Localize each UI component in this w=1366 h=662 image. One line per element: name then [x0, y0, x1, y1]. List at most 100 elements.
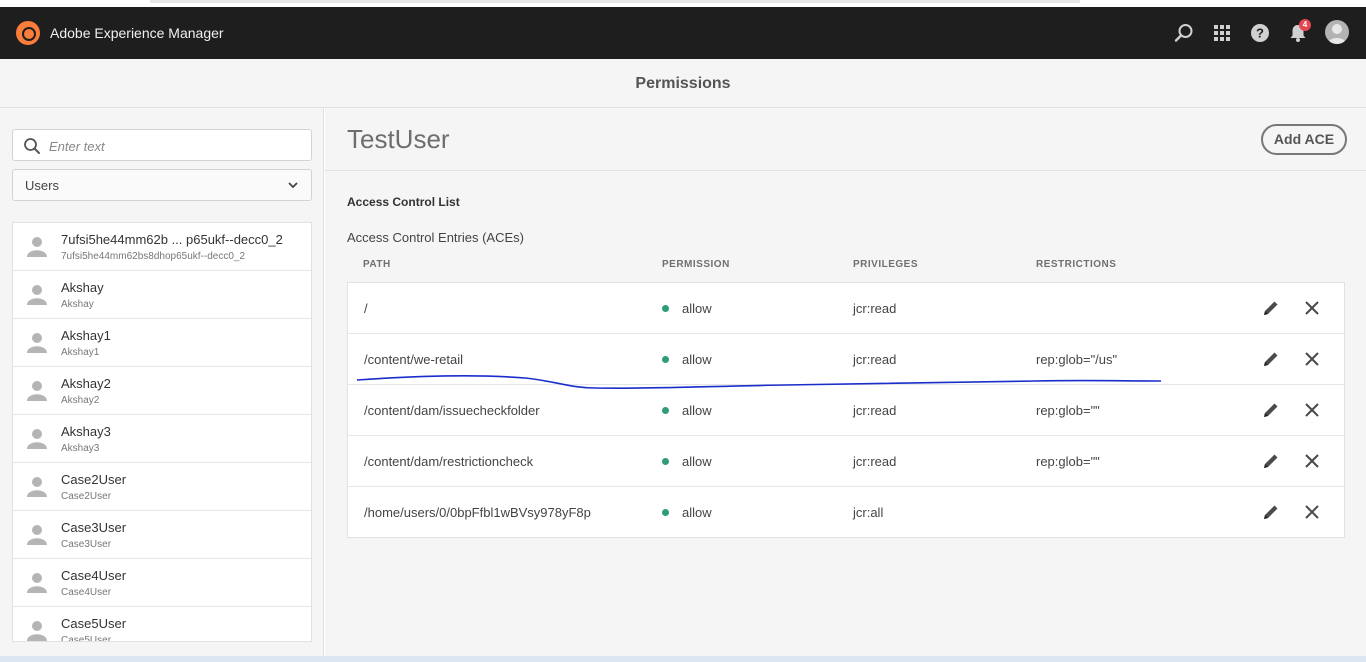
ace-privileges: jcr:read — [853, 454, 897, 469]
user-list-item[interactable]: Akshay1 Akshay1 — [13, 319, 311, 367]
edit-pencil-icon[interactable] — [1262, 401, 1280, 419]
user-name: Akshay1 — [61, 328, 111, 343]
ace-restrictions: rep:glob="" — [1036, 403, 1100, 418]
user-id: Akshay1 — [61, 347, 100, 358]
user-avatar-icon — [26, 523, 48, 545]
browser-scrollbar — [150, 0, 1080, 3]
ace-privileges: jcr:all — [853, 505, 884, 520]
ace-privileges: jcr:read — [853, 403, 897, 418]
acl-heading: Access Control List — [347, 195, 460, 209]
chevron-down-icon — [287, 179, 299, 194]
svg-text:?: ? — [1256, 26, 1264, 41]
user-id: Akshay3 — [61, 443, 100, 454]
delete-close-icon[interactable] — [1304, 351, 1320, 367]
search-input[interactable] — [49, 136, 299, 156]
user-name: Case5User — [61, 616, 127, 631]
ace-heading: Access Control Entries (ACEs) — [347, 230, 524, 245]
delete-close-icon[interactable] — [1304, 300, 1320, 316]
user-group-select[interactable]: Users — [12, 169, 312, 201]
edit-pencil-icon[interactable] — [1262, 299, 1280, 317]
ace-privileges: jcr:read — [853, 301, 897, 316]
user-name: Akshay2 — [61, 376, 111, 391]
ace-permission: allow — [682, 301, 712, 316]
user-list-item[interactable]: Akshay2 Akshay2 — [13, 367, 311, 415]
page-title-bar: Permissions — [0, 59, 1366, 108]
page-title: Permissions — [635, 75, 731, 92]
user-name: Case3User — [61, 520, 127, 535]
user-avatar-icon — [26, 475, 48, 497]
ace-privileges: jcr:read — [853, 352, 897, 367]
edit-pencil-icon[interactable] — [1262, 350, 1280, 368]
user-list-item[interactable]: Case2User Case2User — [13, 463, 311, 511]
user-name: Case4User — [61, 568, 127, 583]
user-list-item[interactable]: Akshay3 Akshay3 — [13, 415, 311, 463]
allow-status-dot — [662, 356, 669, 363]
browser-top-strip — [0, 0, 1366, 7]
allow-status-dot — [662, 407, 669, 414]
ace-row: / allow jcr:read — [348, 283, 1344, 334]
ace-path: / — [364, 301, 368, 316]
user-list-item[interactable]: Akshay Akshay — [13, 271, 311, 319]
bottom-strip — [0, 656, 1366, 662]
user-id: Akshay2 — [61, 395, 100, 406]
ace-row: /content/dam/restrictioncheck allow jcr:re… — [348, 436, 1344, 487]
allow-status-dot — [662, 458, 669, 465]
ace-restrictions: rep:glob="" — [1036, 454, 1100, 469]
user-id: Case2User — [61, 491, 112, 502]
divider — [325, 170, 1366, 171]
user-name: Akshay3 — [61, 424, 111, 439]
user-list-item[interactable]: Case3User Case3User — [13, 511, 311, 559]
user-avatar-icon — [26, 235, 48, 257]
ace-path: /content/dam/issuecheckfolder — [364, 403, 540, 418]
column-header-privileges: PRIVILEGES — [853, 259, 919, 270]
column-header-path: PATH — [363, 259, 391, 270]
ace-row: /home/users/0/0bpFfbl1wBVsy978yF8p allow j… — [348, 487, 1344, 538]
column-header-restrictions: RESTRICTIONS — [1036, 259, 1117, 270]
notifications-bell-icon[interactable]: 4 — [1286, 19, 1311, 45]
shell-header: Adobe Experience Manager ? 4 — [0, 7, 1366, 59]
ace-permission: allow — [682, 352, 712, 367]
ace-path: /home/users/0/0bpFfbl1wBVsy978yF8p — [364, 505, 591, 520]
ace-restrictions: rep:glob="/us" — [1036, 352, 1118, 367]
user-avatar-icon — [26, 427, 48, 449]
edit-pencil-icon[interactable] — [1262, 503, 1280, 521]
notification-badge: 4 — [1299, 19, 1311, 31]
ace-permission: allow — [682, 403, 712, 418]
delete-close-icon[interactable] — [1304, 453, 1320, 469]
allow-status-dot — [662, 509, 669, 516]
user-list-item[interactable]: Case5User Case5User — [13, 607, 311, 642]
user-id: Case3User — [61, 539, 112, 550]
ace-permission: allow — [682, 454, 712, 469]
user-avatar-icon[interactable] — [1325, 20, 1349, 44]
delete-close-icon[interactable] — [1304, 504, 1320, 520]
add-ace-button[interactable]: Add ACE — [1261, 124, 1347, 155]
user-name: Akshay — [61, 280, 104, 295]
delete-close-icon[interactable] — [1304, 402, 1320, 418]
user-sidebar: Users 7ufsi5he44mm62b ... p65ukf--decc0_… — [0, 108, 324, 656]
user-avatar-icon — [26, 619, 48, 641]
user-avatar-icon — [26, 379, 48, 401]
apps-grid-icon[interactable] — [1210, 21, 1234, 45]
user-id: Case5User — [61, 635, 112, 642]
user-avatar-icon — [26, 331, 48, 353]
aem-logo-icon[interactable] — [16, 21, 40, 45]
search-icon[interactable] — [1172, 21, 1196, 45]
ace-permission: allow — [682, 505, 712, 520]
app-title[interactable]: Adobe Experience Manager — [50, 25, 224, 41]
search-box[interactable] — [12, 129, 312, 161]
user-avatar-icon — [26, 571, 48, 593]
edit-pencil-icon[interactable] — [1262, 452, 1280, 470]
user-avatar-icon — [26, 283, 48, 305]
handwritten-underline-annotation — [356, 375, 1162, 390]
user-list-item[interactable]: Case4User Case4User — [13, 559, 311, 607]
allow-status-dot — [662, 305, 669, 312]
user-name: 7ufsi5he44mm62b ... p65ukf--decc0_2 — [61, 232, 283, 247]
user-id: Akshay — [61, 299, 94, 310]
principal-title: TestUser — [347, 124, 450, 154]
user-id: 7ufsi5he44mm62bs8dhop65ukf--decc0_2 — [61, 251, 246, 262]
user-list-item[interactable]: 7ufsi5he44mm62b ... p65ukf--decc0_2 7ufsi… — [13, 223, 311, 271]
user-name: Case2User — [61, 472, 127, 487]
help-icon[interactable]: ? — [1248, 21, 1272, 45]
column-header-permission: PERMISSION — [662, 259, 730, 270]
ace-path: /content/dam/restrictioncheck — [364, 454, 534, 469]
